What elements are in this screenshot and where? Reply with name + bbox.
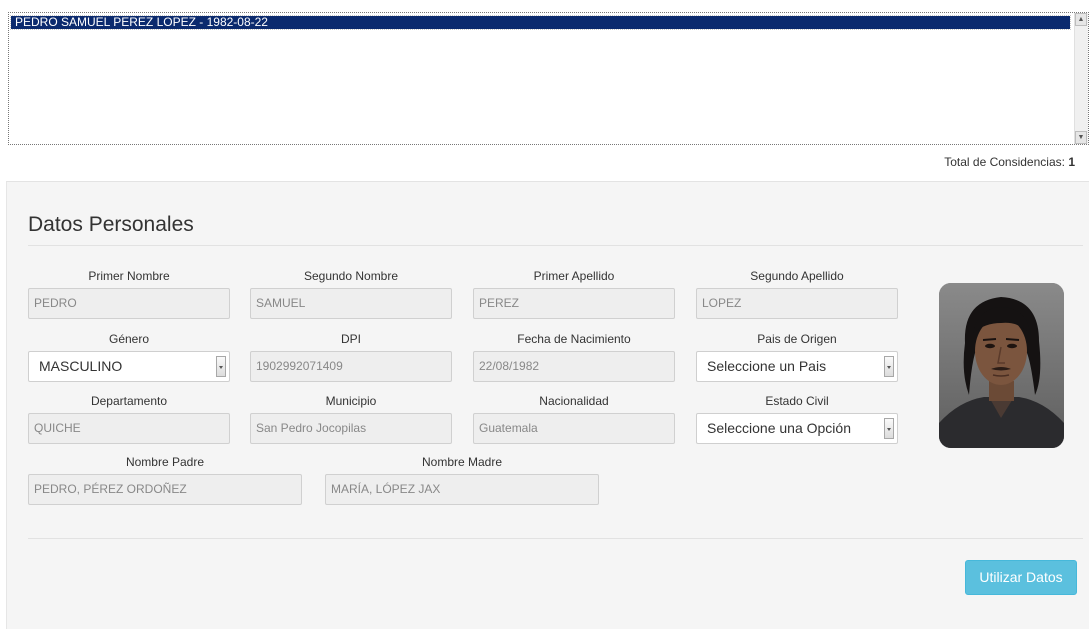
genero-value: MASCULINO [39, 358, 123, 374]
nombre-padre-field[interactable]: PEDRO, PÉREZ ORDOÑEZ [28, 474, 302, 505]
primer-nombre-label: Primer Nombre [88, 269, 170, 283]
segundo-nombre-label: Segundo Nombre [303, 269, 399, 283]
dpi-field[interactable]: 1902992071409 [250, 351, 452, 382]
results-listbox[interactable]: PEDRO SAMUEL PEREZ LOPEZ - 1982-08-22 ▲ … [8, 12, 1089, 145]
fecha-nacimiento-field[interactable]: 22/08/1982 [473, 351, 675, 382]
portrait-image [939, 283, 1064, 448]
nombre-madre-label: Nombre Madre [421, 455, 503, 469]
segundo-apellido-label: Segundo Apellido [750, 269, 844, 283]
primer-apellido-field[interactable]: PEREZ [473, 288, 675, 319]
total-matches: Total de Considencias: 1 [944, 155, 1075, 169]
estado-civil-select[interactable]: Seleccione una Opción [696, 413, 898, 444]
municipio-label: Municipio [325, 394, 377, 408]
dpi-label: DPI [340, 332, 361, 346]
fecha-nacimiento-label: Fecha de Nacimiento [517, 332, 631, 346]
primer-nombre-field[interactable]: PEDRO [28, 288, 230, 319]
chevron-down-icon[interactable] [884, 356, 894, 377]
departamento-field[interactable]: QUICHE [28, 413, 230, 444]
pais-origen-select[interactable]: Seleccione un Pais [696, 351, 898, 382]
genero-label: Género [108, 332, 150, 346]
personal-data-panel: Datos Personales Primer Nombre PEDRO Seg… [6, 181, 1089, 629]
nacionalidad-label: Nacionalidad [539, 394, 609, 408]
chevron-down-icon[interactable] [884, 418, 894, 439]
chevron-down-icon[interactable] [216, 356, 226, 377]
nacionalidad-field[interactable]: Guatemala [473, 413, 675, 444]
primer-apellido-label: Primer Apellido [533, 269, 615, 283]
segundo-nombre-field[interactable]: SAMUEL [250, 288, 452, 319]
estado-civil-value: Seleccione una Opción [707, 420, 851, 436]
pais-origen-value: Seleccione un Pais [707, 358, 827, 374]
pais-origen-label: Pais de Origen [757, 332, 837, 346]
segundo-apellido-field[interactable]: LOPEZ [696, 288, 898, 319]
estado-civil-label: Estado Civil [765, 394, 829, 408]
scroll-down-icon[interactable]: ▼ [1075, 131, 1087, 144]
utilizar-datos-button[interactable]: Utilizar Datos [965, 560, 1077, 595]
total-matches-label: Total de Considencias: [944, 155, 1065, 169]
person-photo [939, 283, 1064, 448]
total-matches-count: 1 [1068, 155, 1075, 169]
scroll-up-icon[interactable]: ▲ [1075, 13, 1087, 26]
divider [28, 538, 1083, 539]
municipio-field[interactable]: San Pedro Jocopilas [250, 413, 452, 444]
nombre-madre-field[interactable]: MARÍA, LÓPEZ JAX [325, 474, 599, 505]
departamento-label: Departamento [90, 394, 168, 408]
genero-select[interactable]: MASCULINO [28, 351, 230, 382]
panel-title: Datos Personales [28, 213, 194, 236]
listbox-scrollbar[interactable]: ▲ ▼ [1074, 13, 1088, 144]
nombre-padre-label: Nombre Padre [125, 455, 205, 469]
list-item[interactable]: PEDRO SAMUEL PEREZ LOPEZ - 1982-08-22 [10, 15, 1071, 30]
divider [28, 245, 1083, 246]
